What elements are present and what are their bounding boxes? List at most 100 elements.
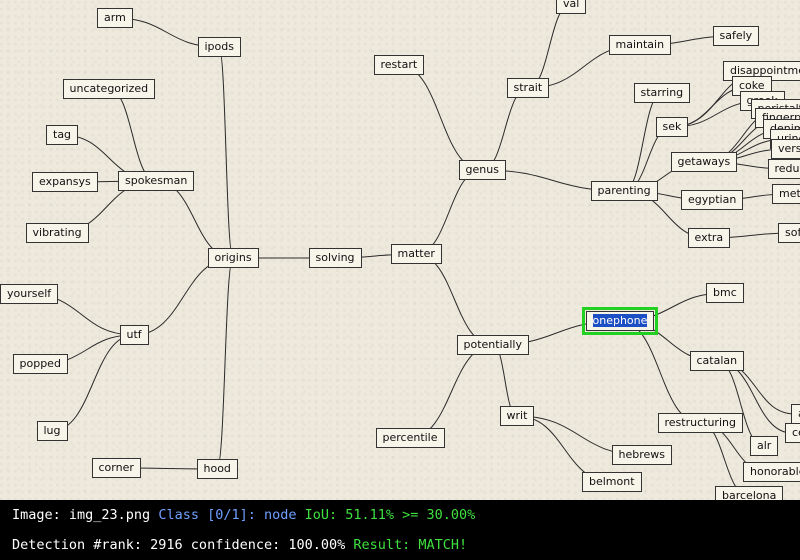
detection-info: Detection #rank: 2916 confidence: 100.00… bbox=[12, 537, 346, 553]
node-label: sek bbox=[662, 120, 682, 133]
node-vibrating[interactable]: vibrating bbox=[25, 223, 89, 243]
node-label: egyptian bbox=[688, 193, 737, 206]
edge-lug-utf bbox=[51, 334, 135, 432]
node-bmc[interactable]: bmc bbox=[706, 283, 744, 303]
image-name: Image: img_23.png bbox=[12, 507, 151, 523]
node-version[interactable]: versi bbox=[771, 139, 800, 159]
edge-matter-genus bbox=[415, 169, 483, 255]
node-origins[interactable]: origins bbox=[207, 248, 259, 268]
node-label: genus bbox=[465, 163, 499, 176]
node-label: versi bbox=[778, 142, 800, 155]
node-label: getaways bbox=[677, 155, 731, 168]
node-catalan[interactable]: catalan bbox=[689, 351, 745, 371]
node-label: catalan bbox=[696, 354, 738, 367]
detection-overlay: Image: img_23.png Class [0/1]: node IoU:… bbox=[0, 500, 800, 560]
node-label: maintain bbox=[615, 38, 665, 51]
node-restart[interactable]: restart bbox=[373, 55, 425, 75]
overlay-line-2: Detection #rank: 2916 confidence: 100.00… bbox=[12, 537, 467, 553]
edge-genus-strait bbox=[481, 87, 529, 171]
node-metric[interactable]: metr bbox=[772, 184, 800, 204]
node-label: hood bbox=[203, 462, 231, 475]
node-corner[interactable]: corner bbox=[91, 458, 141, 478]
node-honorable[interactable]: honorable bbox=[743, 462, 800, 482]
node-label: percentile bbox=[382, 431, 438, 444]
node-maintain[interactable]: maintain bbox=[608, 35, 672, 55]
node-solving[interactable]: solving bbox=[308, 248, 362, 268]
node-label: yourself bbox=[7, 287, 52, 300]
node-alr[interactable]: alr bbox=[750, 436, 779, 456]
graph-canvas[interactable]: arm ipods uncategorized tag expansys spokesma… bbox=[0, 0, 800, 500]
node-label: solving bbox=[315, 251, 355, 264]
node-label: writ bbox=[506, 409, 528, 422]
node-label: val bbox=[563, 0, 580, 10]
edge-strait-val bbox=[527, 3, 572, 89]
node-getaways[interactable]: getaways bbox=[670, 152, 738, 172]
node-label: parenting bbox=[597, 184, 651, 197]
node-reduce[interactable]: reduc bbox=[767, 159, 800, 179]
edge-spokesman-origins bbox=[155, 180, 234, 259]
node-potentially[interactable]: potentially bbox=[456, 335, 529, 355]
node-label: honorable bbox=[750, 465, 800, 478]
node-a[interactable]: a bbox=[791, 404, 800, 424]
node-parenting[interactable]: parenting bbox=[590, 181, 658, 201]
edge-onephone-restructuring bbox=[619, 320, 701, 424]
node-hood[interactable]: hood bbox=[196, 459, 238, 479]
node-label: reduc bbox=[774, 162, 800, 175]
node-label: origins bbox=[214, 251, 252, 264]
node-ipods[interactable]: ipods bbox=[197, 37, 241, 57]
node-val[interactable]: val bbox=[556, 0, 587, 14]
node-label: popped bbox=[19, 357, 61, 370]
node-soft[interactable]: soft bbox=[778, 223, 800, 243]
node-hebrews[interactable]: hebrews bbox=[611, 445, 672, 465]
node-label: spokesman bbox=[125, 174, 188, 187]
node-label: soft bbox=[785, 226, 800, 239]
node-label: corner bbox=[98, 461, 134, 474]
edge-origins-hood bbox=[216, 257, 234, 470]
node-label: matter bbox=[397, 247, 435, 260]
node-label: bmc bbox=[713, 286, 737, 299]
iou-info: IoU: 51.11% >= 30.00% bbox=[304, 507, 476, 523]
node-label: potentially bbox=[463, 338, 523, 351]
node-extra[interactable]: extra bbox=[687, 228, 731, 248]
node-writ[interactable]: writ bbox=[499, 406, 535, 426]
node-belmont[interactable]: belmont bbox=[582, 472, 642, 492]
node-onephone[interactable]: onephone bbox=[581, 307, 659, 335]
node-sek[interactable]: sek bbox=[655, 117, 689, 137]
node-ce[interactable]: ce bbox=[785, 423, 800, 443]
edge-uncategorized-spokesman bbox=[108, 88, 157, 182]
edge-matter-potentially bbox=[415, 253, 494, 346]
node-spokesman[interactable]: spokesman bbox=[118, 171, 195, 191]
edge-utf-origins bbox=[133, 257, 234, 336]
node-barcelona[interactable]: barcelona bbox=[715, 486, 784, 500]
edge-parenting-starring bbox=[623, 92, 663, 192]
node-tag[interactable]: tag bbox=[46, 125, 79, 145]
node-label: starring bbox=[640, 86, 684, 99]
node-arm[interactable]: arm bbox=[97, 8, 133, 28]
node-utf[interactable]: utf bbox=[119, 325, 149, 345]
node-starring[interactable]: starring bbox=[633, 83, 691, 103]
node-genus[interactable]: genus bbox=[458, 160, 506, 180]
node-expansys[interactable]: expansys bbox=[32, 172, 98, 192]
node-label: ipods bbox=[204, 40, 234, 53]
node-label: uncategorized bbox=[69, 82, 149, 95]
node-label: alr bbox=[757, 439, 772, 452]
node-matter[interactable]: matter bbox=[390, 244, 442, 264]
node-label: hebrews bbox=[618, 448, 666, 461]
node-egyptian[interactable]: egyptian bbox=[681, 190, 744, 210]
node-label: extra bbox=[694, 231, 724, 244]
edge-potentially-percentile bbox=[409, 344, 494, 439]
class-info: Class [0/1]: node bbox=[158, 507, 297, 523]
node-restructuring[interactable]: restructuring bbox=[657, 413, 743, 433]
node-uncategorized[interactable]: uncategorized bbox=[62, 79, 156, 99]
node-safely[interactable]: safely bbox=[712, 26, 760, 46]
node-lug[interactable]: lug bbox=[36, 421, 68, 441]
node-label: belmont bbox=[589, 475, 635, 488]
node-yourself[interactable]: yourself bbox=[0, 284, 59, 304]
node-popped[interactable]: popped bbox=[12, 354, 68, 374]
node-label: lug bbox=[43, 424, 61, 437]
node-strait[interactable]: strait bbox=[506, 78, 550, 98]
node-percentile[interactable]: percentile bbox=[375, 428, 445, 448]
node-label: restructuring bbox=[664, 416, 736, 429]
result-info: Result: MATCH! bbox=[353, 537, 468, 553]
node-label: ce bbox=[792, 426, 800, 439]
